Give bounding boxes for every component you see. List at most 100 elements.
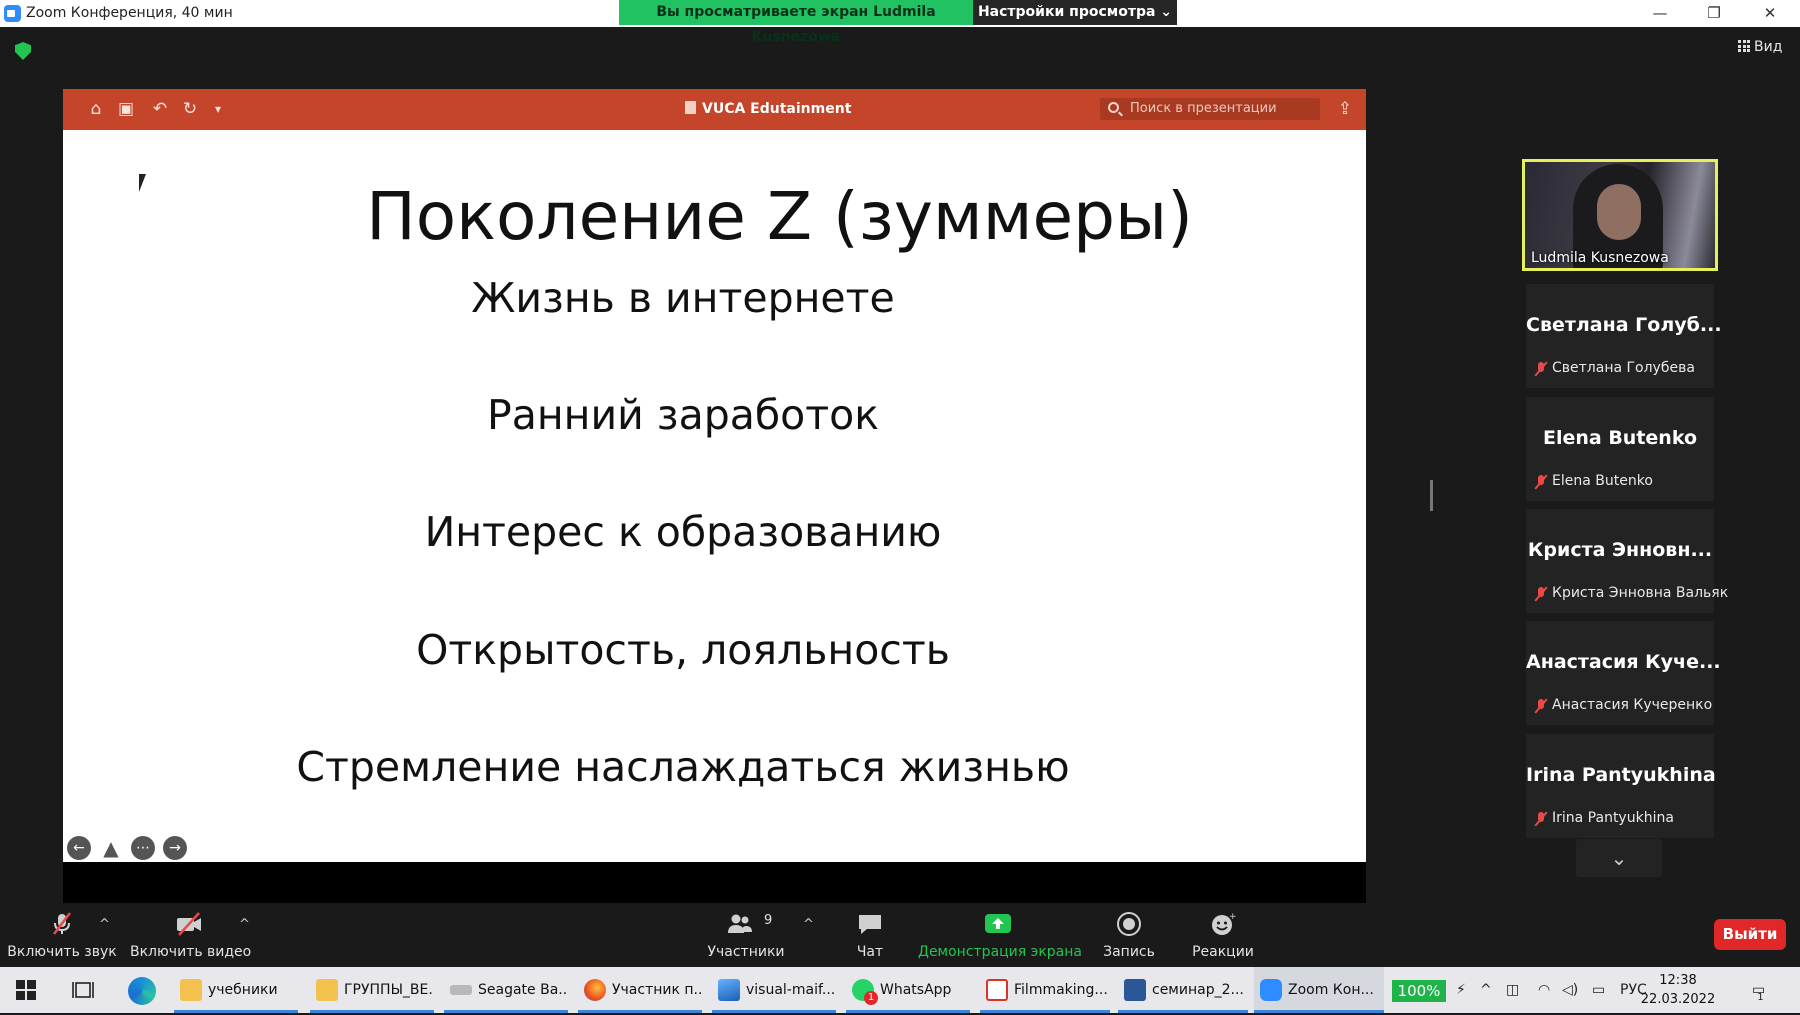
participant-full-name: Светлана Голубева: [1552, 360, 1695, 376]
video-off-icon: [177, 912, 201, 936]
reactions-label: Реакции: [1192, 944, 1254, 960]
taskbar-item[interactable]: 1 WhatsApp: [846, 967, 970, 1013]
task-view-icon[interactable]: [72, 980, 94, 1000]
view-button[interactable]: Вид: [1738, 39, 1782, 55]
taskbar-item[interactable]: Filmmaking...: [980, 967, 1110, 1013]
participant-tile[interactable]: Светлана Голуб... Светлана Голубева: [1526, 284, 1722, 388]
battery-indicator[interactable]: 100%: [1392, 980, 1446, 1002]
leave-button[interactable]: Выйти: [1714, 919, 1786, 950]
system-clock[interactable]: 12:38 22.03.2022: [1640, 971, 1716, 1009]
previous-slide-icon[interactable]: ←: [67, 836, 91, 860]
video-options-caret-icon[interactable]: ^: [239, 917, 250, 932]
plug-icon[interactable]: ⚡: [1456, 967, 1466, 1013]
participant-display-name: Анастасия Куче...: [1526, 651, 1721, 673]
unmute-button[interactable]: Включить звук: [6, 903, 118, 967]
presentation-title: VUCA Edutainment: [685, 89, 885, 130]
edge-browser-icon[interactable]: [128, 977, 156, 1005]
minimize-button[interactable]: —: [1640, 2, 1680, 24]
record-button[interactable]: Запись: [1092, 903, 1166, 967]
muted-mic-icon: [1534, 698, 1548, 714]
presentation-title-text: VUCA Edutainment: [702, 101, 852, 117]
taskbar-item[interactable]: Zoom Кон...: [1254, 967, 1384, 1013]
pdf-icon: [986, 979, 1008, 1001]
presentation-toolbar: ⌂ ▣ ↶ ↻ ▾ VUCA Edutainment Поиск в презе…: [63, 89, 1366, 130]
participants-icon: [728, 914, 752, 933]
wifi-icon[interactable]: ◠: [1538, 967, 1550, 1013]
clock-date: 22.03.2022: [1640, 992, 1716, 1007]
close-button[interactable]: ✕: [1750, 2, 1790, 24]
participants-count: 9: [764, 913, 773, 928]
presentation-search[interactable]: Поиск в презентации: [1100, 98, 1320, 120]
more-options-icon[interactable]: ⋯: [131, 836, 155, 860]
pointer-tool-icon[interactable]: ▲: [99, 836, 123, 860]
taskbar-item-label: Filmmaking...: [1014, 982, 1108, 998]
folder-icon: [180, 979, 202, 1001]
participant-display-name: Elena Butenko: [1542, 427, 1698, 449]
chat-label: Чат: [856, 944, 884, 960]
taskbar-item-label: семинар_2...: [1152, 982, 1244, 998]
meeting-toolbar: Включить звук ^ Включить видео ^ 9 Участ…: [0, 903, 1800, 967]
taskbar-item-label: WhatsApp: [880, 982, 952, 998]
redo-icon[interactable]: ↻: [179, 98, 201, 120]
scroll-down-chevron-icon[interactable]: ⌄: [1576, 839, 1662, 877]
taskbar-item[interactable]: Seagate Ba...: [444, 967, 568, 1013]
taskbar-item[interactable]: visual-maif...: [712, 967, 836, 1013]
meet-now-icon[interactable]: ◫: [1506, 967, 1519, 1013]
participant-tile[interactable]: Elena Butenko Elena Butenko: [1526, 397, 1714, 501]
share-icon[interactable]: ⇪: [1334, 98, 1356, 120]
participant-display-name: Irina Pantyukhina: [1526, 764, 1716, 786]
panel-splitter-handle[interactable]: [1430, 480, 1433, 511]
taskbar-item[interactable]: учебники: [174, 967, 298, 1013]
active-speaker-name: Ludmila Kusnezowa: [1531, 250, 1669, 266]
document-icon: [685, 101, 696, 114]
start-video-label: Включить видео: [130, 944, 252, 960]
reactions-button[interactable]: + Реакции: [1180, 903, 1266, 967]
reactions-icon: +: [1212, 912, 1237, 935]
unmute-label: Включить звук: [7, 944, 117, 960]
taskbar-item-label: Участник п...: [612, 982, 702, 998]
security-shield-icon[interactable]: [15, 42, 31, 60]
view-label: Вид: [1754, 39, 1783, 55]
home-icon[interactable]: ⌂: [85, 98, 107, 120]
undo-icon[interactable]: ↶: [149, 98, 171, 120]
audio-options-caret-icon[interactable]: ^: [99, 917, 110, 932]
word-icon: [1124, 979, 1146, 1001]
taskbar-item[interactable]: семинар_2...: [1118, 967, 1248, 1013]
next-slide-icon[interactable]: →: [163, 836, 187, 860]
start-video-button[interactable]: Включить видео: [130, 903, 252, 967]
clock-time: 12:38: [1659, 973, 1697, 988]
window-title-bar: Zoom Конференция, 40 мин Вы просматривае…: [0, 0, 1800, 45]
participants-button[interactable]: 9 Участники: [700, 903, 792, 967]
muted-mic-icon: [1534, 811, 1548, 827]
notifications-icon[interactable]: ▭1: [1752, 967, 1772, 1013]
taskbar-item-label: ГРУППЫ_ВЕ...: [344, 982, 434, 998]
participant-tile[interactable]: Криста Энновн... Криста Энновна Вальяк: [1526, 509, 1728, 613]
taskbar-item[interactable]: ГРУППЫ_ВЕ...: [310, 967, 434, 1013]
participant-full-name: Elena Butenko: [1552, 473, 1653, 489]
restore-button[interactable]: ❐: [1694, 2, 1734, 24]
share-screen-button[interactable]: Демонстрация экрана: [918, 903, 1082, 967]
customize-icon[interactable]: ▾: [207, 98, 229, 120]
view-settings-button[interactable]: Настройки просмотра ⌄: [973, 0, 1177, 25]
active-speaker-video[interactable]: Ludmila Kusnezowa: [1522, 159, 1718, 271]
participant-full-name: Криста Энновна Вальяк: [1552, 585, 1729, 601]
search-placeholder: Поиск в презентации: [1130, 101, 1277, 116]
grid-icon: [1738, 40, 1750, 52]
zoom-app-icon: [4, 5, 21, 22]
windows-start-icon[interactable]: [16, 980, 36, 1000]
network-icon[interactable]: ▭: [1592, 967, 1605, 1013]
window-title: Zoom Конференция, 40 мин: [26, 5, 233, 21]
taskbar-item[interactable]: Участник п...: [578, 967, 702, 1013]
slide-bullet: Жизнь в интернете: [471, 274, 895, 322]
show-hidden-icons-icon[interactable]: ^: [1480, 967, 1492, 1013]
slide: Поколение Z (зуммеры) Жизнь в интернете …: [63, 130, 1366, 862]
volume-icon[interactable]: ◁): [1562, 967, 1578, 1013]
participant-tile[interactable]: Анастасия Куче... Анастасия Кучеренко: [1526, 621, 1721, 725]
participant-tile[interactable]: Irina Pantyukhina Irina Pantyukhina: [1526, 734, 1716, 838]
slide-bullet: Стремление наслаждаться жизнью: [296, 743, 1070, 791]
save-icon[interactable]: ▣: [115, 98, 137, 120]
notification-count: 1: [1757, 992, 1764, 1003]
participants-options-caret-icon[interactable]: ^: [803, 917, 814, 932]
chat-button[interactable]: Чат: [840, 903, 900, 967]
chat-icon: [859, 915, 881, 934]
